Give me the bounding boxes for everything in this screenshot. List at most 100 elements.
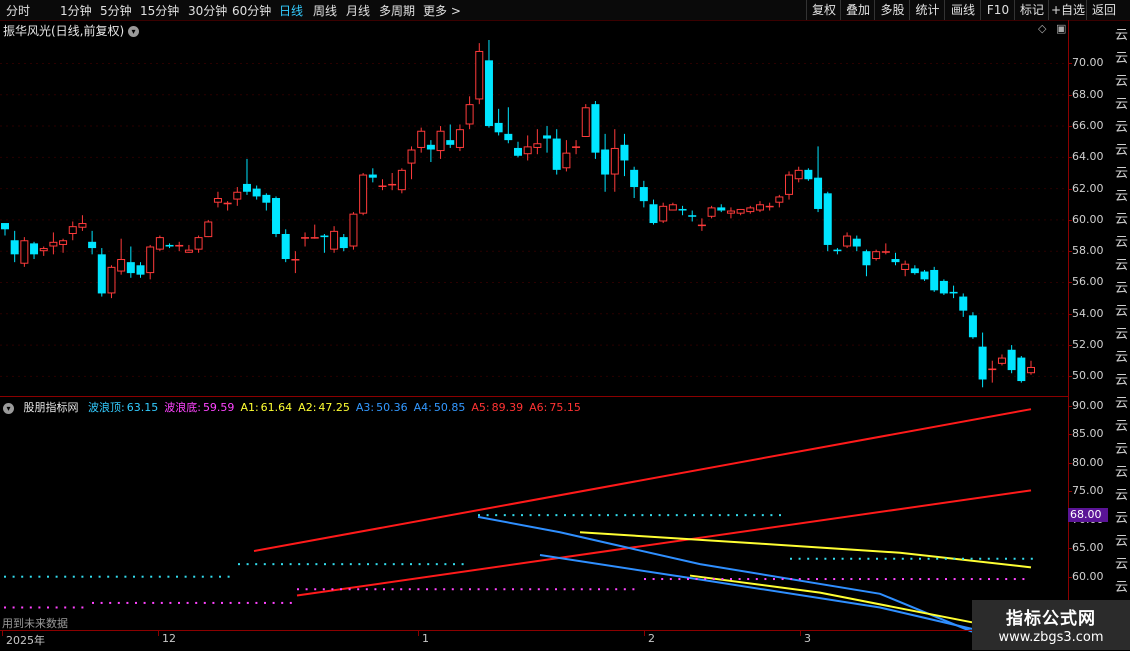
wave-dot — [348, 588, 351, 591]
candle-body — [968, 315, 977, 338]
wave-dot — [521, 514, 523, 517]
toolbar-button[interactable]: 返回 — [1086, 0, 1121, 20]
candle-body — [378, 185, 387, 187]
wave-dot — [332, 563, 335, 566]
candle-body — [949, 291, 958, 294]
strip-char: 云 — [1115, 74, 1129, 89]
candle-body — [649, 204, 658, 224]
wave-dot — [744, 514, 747, 517]
wave-dot — [850, 557, 853, 560]
candle — [223, 201, 232, 211]
candle-body — [910, 268, 919, 274]
wave-dot — [272, 563, 275, 566]
y-axis-label: 52.00 — [1072, 338, 1104, 352]
candle-body — [97, 254, 106, 294]
wave-dot — [255, 563, 258, 566]
x-axis-tick — [800, 630, 801, 636]
wave-dot — [38, 606, 41, 609]
candle — [1, 223, 9, 236]
wave-dot — [996, 557, 999, 560]
wave-dot — [704, 578, 707, 581]
strip-char: 云 — [1115, 327, 1129, 342]
wave-dot — [1022, 578, 1025, 581]
indicator-value: A2: 47.25 — [298, 401, 350, 414]
candle-body — [30, 243, 39, 255]
wave-dot — [341, 563, 344, 566]
wave-dot — [100, 601, 103, 604]
indicator-y-label: 80.00 — [1072, 455, 1104, 469]
wave-dot — [1022, 557, 1025, 560]
wave-dot — [632, 514, 635, 517]
candle-body — [88, 241, 97, 249]
wave-dot — [47, 575, 49, 578]
strip-char: 云 — [1115, 580, 1129, 595]
candle-body — [610, 147, 619, 175]
wave-dot — [987, 557, 990, 560]
candle-body — [78, 223, 87, 228]
wave-dot — [537, 588, 540, 591]
wave-bottom-2 — [92, 601, 292, 604]
wave-dot — [92, 601, 94, 604]
candle — [204, 219, 213, 238]
candle — [455, 124, 464, 152]
indicator-value-number: 50.85 — [433, 401, 466, 414]
wave-dot — [126, 601, 129, 604]
wave-dot — [701, 514, 704, 517]
x-axis-tick — [158, 630, 159, 636]
candle — [78, 215, 87, 231]
wave-dot — [141, 575, 144, 578]
wave-dot — [962, 557, 964, 560]
candle-body — [368, 174, 377, 178]
candle-body — [668, 204, 677, 211]
candle-body — [988, 368, 997, 371]
y-axis-tick — [1068, 345, 1072, 347]
wave-dot — [538, 514, 541, 517]
wave-dot — [193, 575, 196, 578]
future-data-note: 用到未来数据 — [2, 617, 68, 630]
candle — [146, 244, 155, 280]
candle-body — [804, 169, 813, 180]
candle — [30, 241, 39, 260]
current-value-badge: 68.00 — [1068, 508, 1108, 522]
strip-char: 云 — [1115, 281, 1129, 296]
candle — [746, 205, 755, 214]
wave-dot — [910, 578, 913, 581]
wave-dot — [281, 601, 284, 604]
wave-dot — [152, 601, 155, 604]
y-axis-tick — [1068, 188, 1072, 190]
candle-body — [330, 230, 339, 250]
wave-dot — [315, 563, 318, 566]
candle-body — [533, 143, 542, 148]
chevron-down-icon[interactable]: ▾ — [3, 402, 14, 414]
strip-char: 云 — [1115, 534, 1129, 549]
candlestick-chart[interactable] — [0, 0, 1068, 650]
wave-dot — [755, 578, 758, 581]
candle-body — [417, 130, 426, 148]
wave-dot — [417, 588, 420, 591]
wave-dot — [503, 588, 506, 591]
wave-dot — [962, 578, 965, 581]
wave-dot — [324, 563, 326, 566]
wave-dot — [494, 588, 497, 591]
candle — [862, 249, 871, 277]
wave-dot — [64, 575, 67, 578]
wave-dot — [263, 563, 266, 566]
candle-body — [59, 240, 68, 245]
wave-dot — [401, 563, 404, 566]
wave-dot — [203, 601, 206, 604]
candle — [252, 185, 261, 200]
wave-dot — [790, 557, 792, 560]
candle-body — [242, 183, 251, 192]
wave-dot — [289, 563, 292, 566]
wave-dot — [109, 601, 112, 604]
candle-body — [785, 174, 794, 195]
wave-dot — [427, 563, 430, 566]
wave-dot — [876, 557, 878, 560]
wave-dot — [650, 514, 652, 517]
candle — [446, 124, 455, 148]
wave-dot — [272, 601, 275, 604]
wave-dot — [115, 575, 118, 578]
candle-body — [213, 198, 222, 203]
candle — [552, 129, 561, 175]
candle — [68, 221, 77, 241]
